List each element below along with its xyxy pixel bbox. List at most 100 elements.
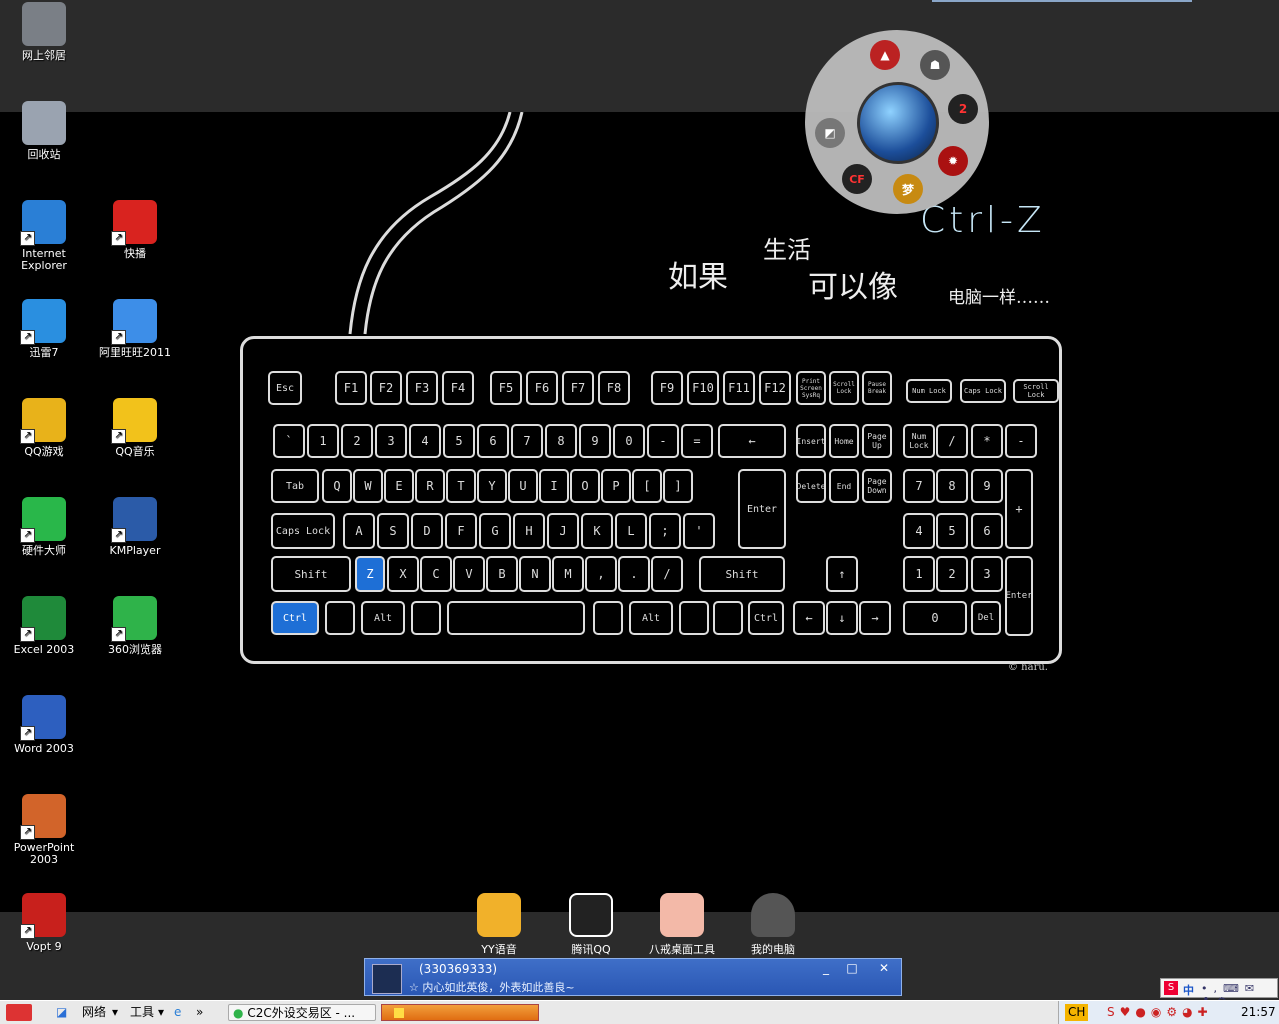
start-button[interactable] — [6, 1004, 32, 1021]
keyboard-key: Y — [477, 469, 507, 503]
keyboard-key: Pause Break — [862, 371, 892, 405]
keyboard-key: 5 — [443, 424, 475, 458]
keyboard-key: F3 — [406, 371, 438, 405]
keyboard-key: Num Lock — [906, 379, 952, 403]
quicklaunch-desktop-icon[interactable]: ◪ — [56, 1004, 70, 1021]
desktop-icon-qq-game[interactable]: ↗ QQ游戏 — [1, 398, 87, 458]
ie-icon[interactable]: e — [174, 1004, 181, 1021]
desktop-icon-label: QQ音乐 — [115, 445, 155, 458]
computer-user-icon — [751, 893, 795, 937]
keyboard-key: . — [618, 556, 650, 592]
dock-item-yy[interactable]: YY语音 — [459, 893, 539, 957]
close-button[interactable]: ✕ — [875, 961, 893, 975]
xunlei-icon: ↗ — [20, 299, 66, 345]
desktop-icon-internet-explorer[interactable]: ↗ Internet Explorer — [1, 200, 87, 272]
keyboard-key: 3 — [971, 556, 1003, 592]
taskbar-flashing-button[interactable] — [381, 1004, 539, 1021]
keyboard-key: N — [519, 556, 551, 592]
keyboard-key: C — [420, 556, 452, 592]
desktop-icon-excel-2003[interactable]: ↗ Excel 2003 — [1, 596, 87, 656]
launcher-item-cf-icon[interactable]: CF — [842, 164, 872, 194]
dropdown-arrow-icon[interactable]: ▾ — [112, 1004, 118, 1021]
launcher-item-soldier-icon[interactable]: ☗ — [920, 50, 950, 80]
launcher-item-red-flag-icon[interactable]: ▲ — [870, 40, 900, 70]
ime-toolbar[interactable]: S 中 •,⌨✉♣⚙ — [1160, 978, 1278, 1008]
desktop-icon-powerpoint-2003[interactable]: ↗ PowerPoint 2003 — [1, 794, 87, 866]
keyboard-key: End — [829, 469, 859, 503]
desktop-icon-word-2003[interactable]: ↗ Word 2003 — [1, 695, 87, 755]
ime-mode[interactable]: 中 — [1183, 982, 1194, 998]
keyboard-key: 2 — [341, 424, 373, 458]
shortcut-arrow-icon: ↗ — [111, 231, 126, 246]
desktop-icon-aliwangwang[interactable]: ↗ 阿里旺旺2011 — [92, 299, 178, 359]
keyboard-key: L — [615, 513, 647, 549]
tray-icons[interactable]: S♥●◉⚙◕✚ — [1107, 1004, 1213, 1021]
desktop-icon-kuaibo[interactable]: ↗ 快播 — [92, 200, 178, 260]
keyboard-key: ; — [649, 513, 681, 549]
keyboard-key: A — [343, 513, 375, 549]
keyboard-key: F5 — [490, 371, 522, 405]
keyboard-key: D — [411, 513, 443, 549]
launcher-item-nfs-icon[interactable]: ◩ — [815, 118, 845, 148]
maximize-button[interactable]: □ — [843, 961, 861, 975]
shortcut-arrow-icon: ↗ — [111, 627, 126, 642]
taskbar-window-button[interactable]: ● C2C外设交易区 - ... — [228, 1004, 376, 1021]
clock[interactable]: 21:57 — [1241, 1004, 1276, 1021]
desktop-icon-vopt[interactable]: ↗ Vopt 9 — [1, 893, 87, 953]
pig-icon — [660, 893, 704, 937]
desktop-icon-network-neighborhood[interactable]: 网上邻居 — [1, 2, 87, 62]
keyboard-key: 9 — [579, 424, 611, 458]
tools-menu[interactable]: 工具 — [130, 1004, 154, 1021]
keyboard-key: Alt — [361, 601, 405, 635]
keyboard-key: * — [971, 424, 1003, 458]
wallpaper-line1: 如果 — [668, 260, 728, 295]
shortcut-arrow-icon: ↗ — [20, 627, 35, 642]
network-menu[interactable]: 网络 — [82, 1004, 106, 1021]
launcher-item-2-icon[interactable]: 2 — [948, 94, 978, 124]
keyboard-key: Caps Lock — [271, 513, 335, 549]
dock-item-qq[interactable]: 腾讯QQ — [551, 893, 631, 957]
shortcut-arrow-icon: ↗ — [20, 429, 35, 444]
keyboard-key: → — [859, 601, 891, 635]
keyboard-key: 3 — [375, 424, 407, 458]
desktop-icon-360-browser[interactable]: ↗ 360浏览器 — [92, 596, 178, 656]
keyboard-key: F — [445, 513, 477, 549]
language-indicator[interactable]: CH — [1065, 1004, 1089, 1021]
keyboard-key: 0 — [903, 601, 967, 635]
minimize-button[interactable]: _ — [817, 961, 835, 975]
keyboard-key: H — [513, 513, 545, 549]
keyboard-key: F7 — [562, 371, 594, 405]
dropdown-arrow-icon[interactable]: ▾ — [158, 1004, 164, 1021]
keyboard-key — [593, 601, 623, 635]
dock-item-bajie[interactable]: 八戒桌面工具 — [642, 893, 722, 957]
qq-notification[interactable]: (330369333) ☆ 内心如此英俊，外表如此善良~ _ □ ✕ — [364, 958, 902, 996]
keyboard-key: ' — [683, 513, 715, 549]
kuaibo-icon: ↗ — [111, 200, 157, 246]
windows-orb-icon[interactable] — [857, 82, 939, 164]
desktop-icon-hardware-master[interactable]: ↗ 硬件大师 — [1, 497, 87, 557]
desktop-icon-xunlei[interactable]: ↗ 迅雷7 — [1, 299, 87, 359]
shortcut-arrow-icon: ↗ — [20, 330, 35, 345]
keyboard-key: Esc — [268, 371, 302, 405]
chevron-right-icon[interactable]: » — [196, 1004, 203, 1021]
desktop-icon-recycle-bin[interactable]: 回收站 — [1, 101, 87, 161]
keyboard-key: I — [539, 469, 569, 503]
sogou-icon: S — [1164, 981, 1178, 995]
keyboard-key: Enter — [1005, 556, 1033, 636]
keyboard-key: Alt — [629, 601, 673, 635]
qq-game-icon: ↗ — [20, 398, 66, 444]
desktop-icon-kmplayer[interactable]: ↗ KMPlayer — [92, 497, 178, 557]
dock-item-my-computer[interactable]: 我的电脑 — [733, 893, 813, 957]
desktop-icon-qq-music[interactable]: ↗ QQ音乐 — [92, 398, 178, 458]
keyboard-key: 6 — [477, 424, 509, 458]
keyboard-key: F8 — [598, 371, 630, 405]
launcher-item-gear-icon[interactable]: ✹ — [938, 146, 968, 176]
top-edge-highlight — [932, 0, 1192, 2]
wallpaper-title: Ctrl-Z — [920, 200, 1046, 241]
notification-message: ☆ 内心如此英俊，外表如此善良~ — [409, 981, 575, 994]
keyboard-key: Insert — [796, 424, 826, 458]
launcher-item-meng-icon[interactable]: 梦 — [893, 174, 923, 204]
keyboard-key: / — [936, 424, 968, 458]
keyboard-key: 9 — [971, 469, 1003, 503]
keyboard-key: Page Down — [862, 469, 892, 503]
